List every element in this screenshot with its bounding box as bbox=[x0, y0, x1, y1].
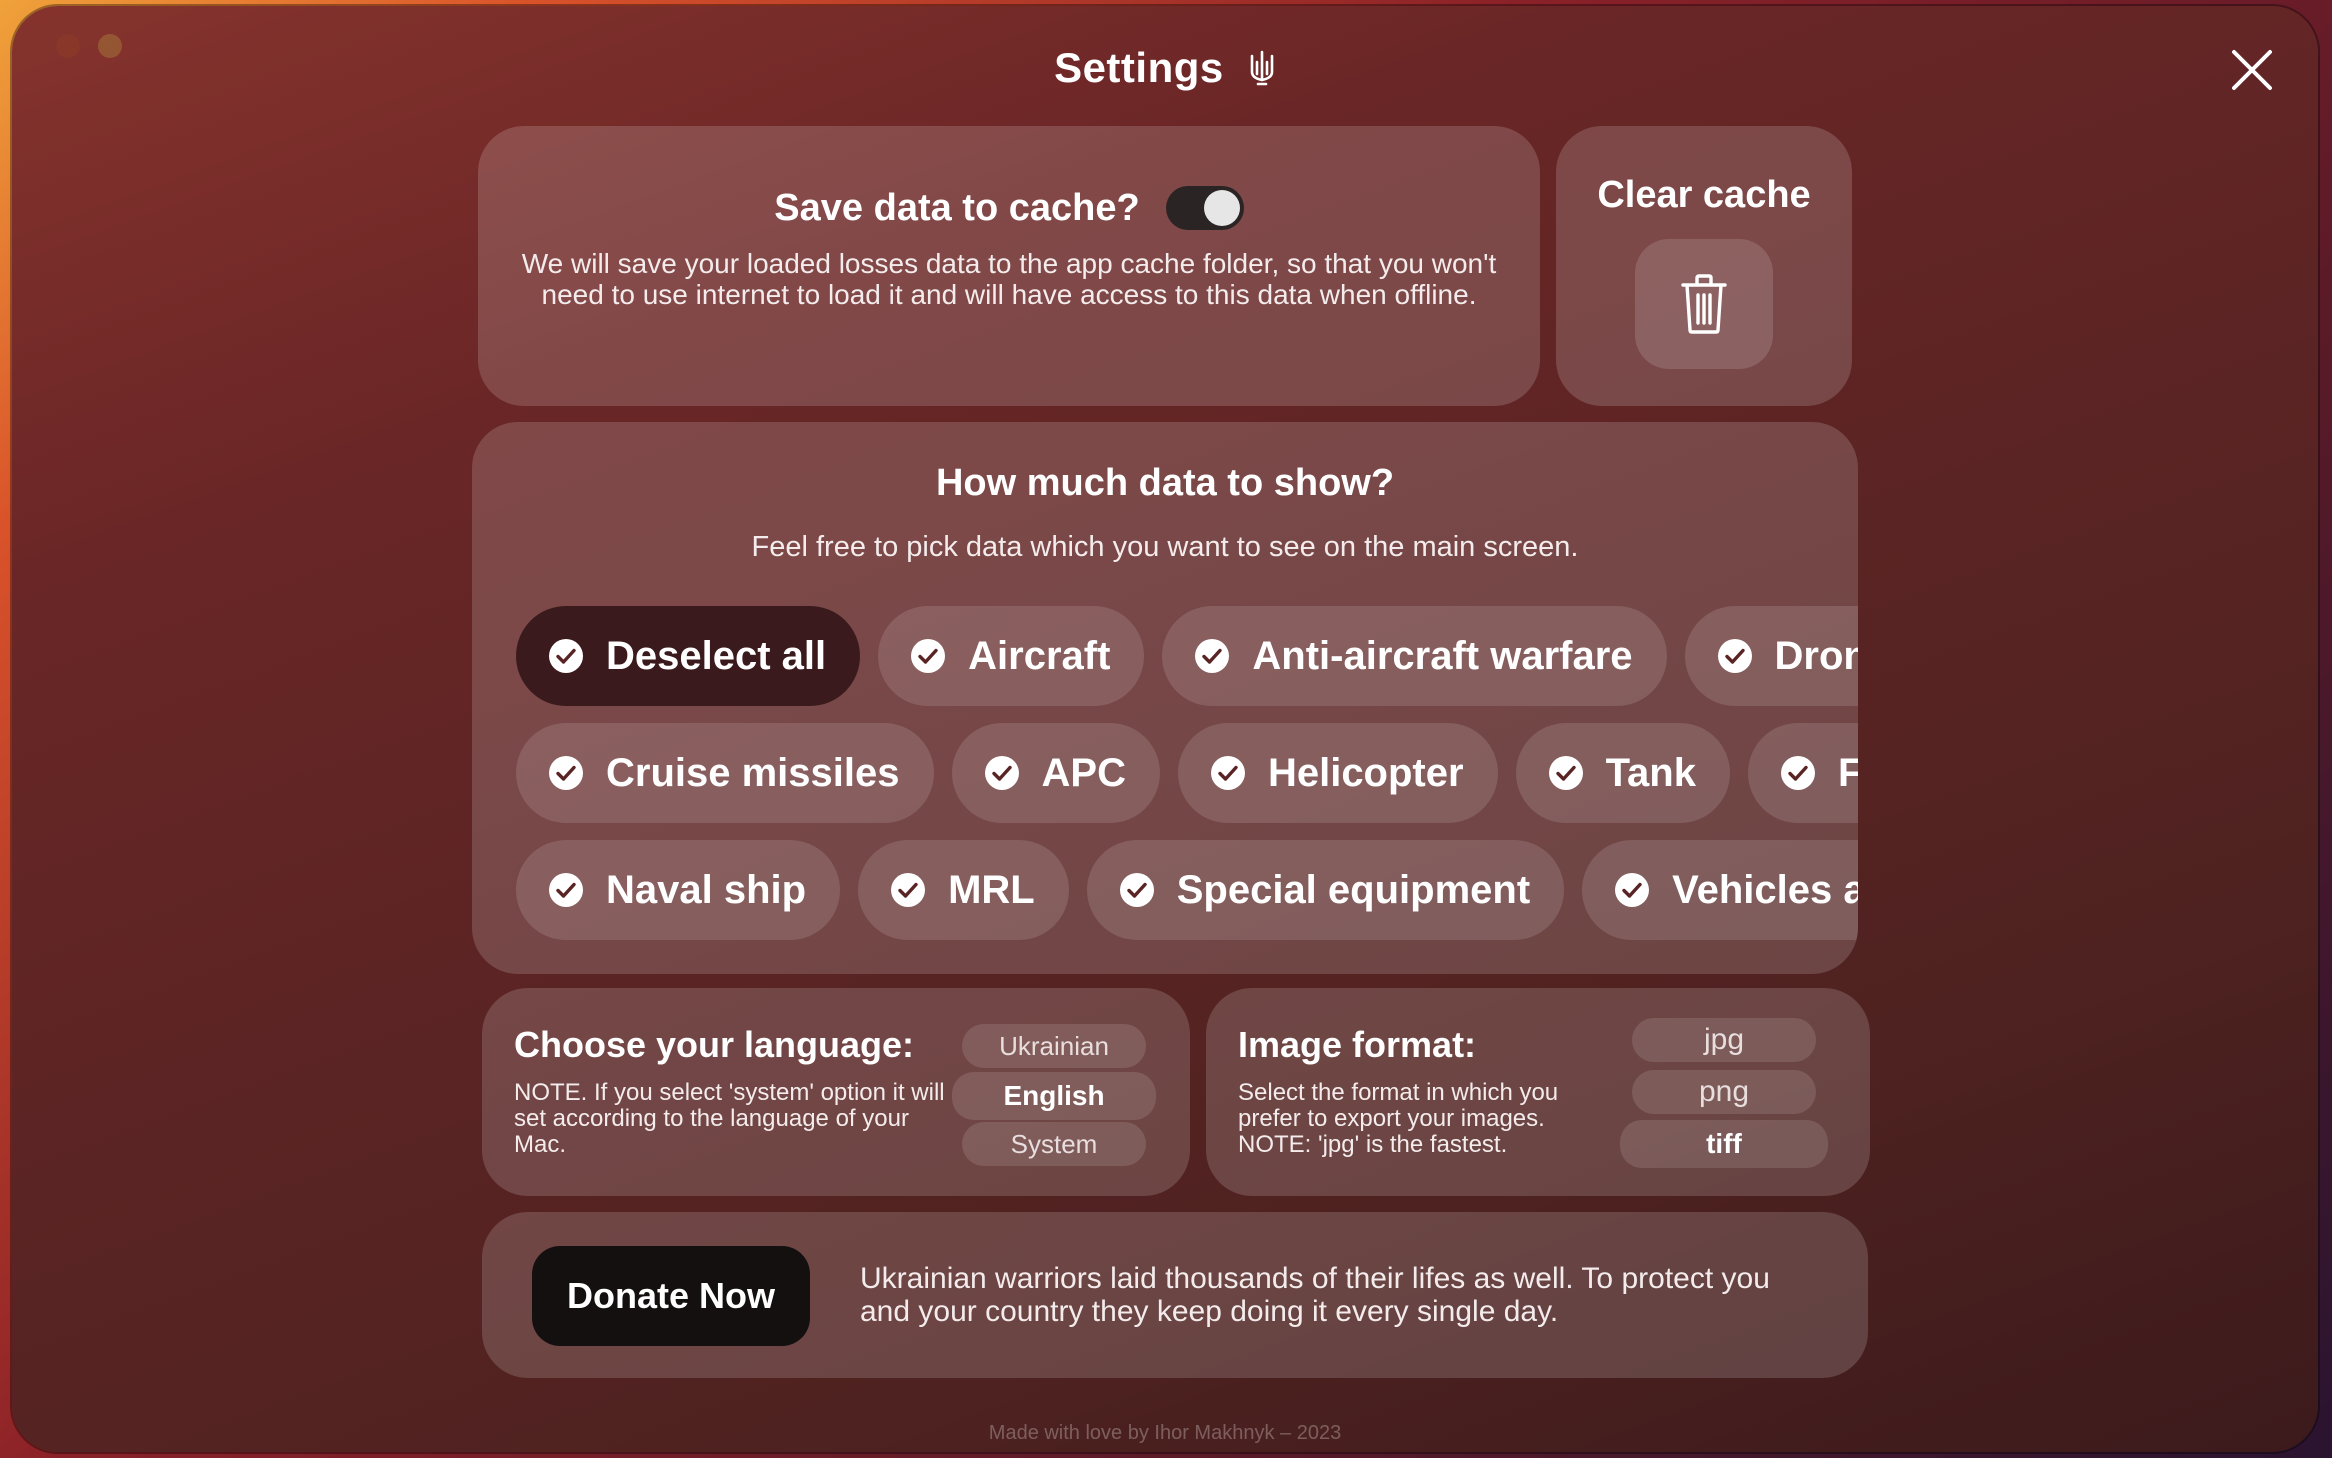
clear-cache-title: Clear cache bbox=[1597, 174, 1811, 216]
donate-button[interactable]: Donate Now bbox=[532, 1246, 810, 1346]
cache-title: Save data to cache? bbox=[774, 186, 1140, 229]
language-option-english[interactable]: English bbox=[952, 1072, 1156, 1120]
chip-apc[interactable]: APC bbox=[951, 723, 1160, 823]
image-format-option-png[interactable]: png bbox=[1632, 1070, 1816, 1114]
data-filter-card: How much data to show? Feel free to pick… bbox=[472, 422, 1858, 974]
checkmark-icon bbox=[1615, 873, 1650, 907]
checkmark-icon bbox=[549, 639, 583, 673]
clear-cache-button[interactable] bbox=[1635, 239, 1773, 369]
chip-label: Helicopter bbox=[1267, 750, 1464, 795]
cache-description: We will save your loaded losses data to … bbox=[521, 248, 1497, 310]
toggle-knob bbox=[1203, 190, 1240, 226]
chip-drone[interactable]: Drone bbox=[1684, 606, 1858, 706]
chip-naval-ship[interactable]: Naval ship bbox=[516, 840, 841, 940]
donate-text: Ukrainian warriors laid thousands of the… bbox=[860, 1262, 1770, 1328]
settings-window: Settings Save data to cache? We will sav… bbox=[12, 6, 2318, 1452]
close-icon[interactable] bbox=[2228, 46, 2276, 94]
checkmark-icon bbox=[984, 756, 1019, 790]
chip-label: MRL bbox=[948, 867, 1035, 912]
chip-row: Deselect all Aircraft Anti-aircraft warfar… bbox=[516, 606, 1858, 706]
image-format-note: Select the format in which you prefer to… bbox=[1238, 1079, 1559, 1158]
checkmark-icon bbox=[1210, 756, 1245, 790]
checkmark-icon bbox=[549, 873, 583, 907]
chip-label: Deselect all bbox=[606, 633, 827, 678]
language-card: Choose your language: NOTE. If you selec… bbox=[482, 988, 1190, 1196]
checkmark-icon bbox=[911, 639, 946, 673]
language-title: Choose your language: bbox=[514, 1024, 915, 1065]
donate-card: Donate Now Ukrainian warriors laid thous… bbox=[482, 1212, 1868, 1378]
chip-label: Aircraft bbox=[968, 633, 1111, 678]
page-title-text: Settings bbox=[1054, 44, 1224, 91]
chip-row: Naval ship MRL Special equipment Vehicles a… bbox=[516, 840, 1858, 940]
chip-helicopter[interactable]: Helicopter bbox=[1177, 723, 1498, 823]
chip-mrl[interactable]: MRL bbox=[858, 840, 1069, 940]
checkmark-icon bbox=[1717, 639, 1752, 673]
image-format-option-tiff[interactable]: tiff bbox=[1620, 1120, 1828, 1168]
checkmark-icon bbox=[1780, 756, 1815, 790]
checkmark-icon bbox=[1119, 873, 1154, 907]
clear-cache-card: Clear cache bbox=[1556, 126, 1852, 406]
chip-field-artillery[interactable]: Field artillery bbox=[1747, 723, 1858, 823]
image-format-card: Image format: Select the format in which… bbox=[1206, 988, 1870, 1196]
page-title: Settings bbox=[12, 44, 2318, 96]
cache-card: Save data to cache? We will save your lo… bbox=[478, 126, 1540, 406]
image-format-option-jpg[interactable]: jpg bbox=[1632, 1018, 1816, 1062]
chip-cruise-missiles[interactable]: Cruise missiles bbox=[516, 723, 934, 823]
checkmark-icon bbox=[1195, 639, 1230, 673]
chip-label: Naval ship bbox=[606, 867, 807, 912]
chip-deselect-all[interactable]: Deselect all bbox=[516, 606, 861, 706]
footer-credit: Made with love by Ihor Makhnyk – 2023 bbox=[988, 1422, 1342, 1444]
checkmark-icon bbox=[1548, 756, 1583, 790]
trident-icon bbox=[1248, 48, 1276, 96]
chip-vehicles-and-fuel-tanks[interactable]: Vehicles and fuel tanks bbox=[1582, 840, 1858, 940]
chip-label: Vehicles and fuel tanks bbox=[1672, 867, 1858, 912]
chip-aircraft[interactable]: Aircraft bbox=[878, 606, 1145, 706]
trash-icon bbox=[1681, 274, 1727, 334]
chip-label: APC bbox=[1041, 750, 1126, 795]
chip-anti-aircraft-warfare[interactable]: Anti-aircraft warfare bbox=[1162, 606, 1667, 706]
image-format-title: Image format: bbox=[1238, 1024, 1477, 1065]
data-filter-title: How much data to show? bbox=[935, 462, 1395, 504]
chip-row: Cruise missiles APC Helicopter Tank Field ar… bbox=[516, 723, 1858, 823]
checkmark-icon bbox=[891, 873, 926, 907]
data-filter-subtitle: Feel free to pick data which you want to… bbox=[751, 531, 1579, 563]
language-option-system[interactable]: System bbox=[962, 1122, 1146, 1166]
language-note: NOTE. If you select 'system' option it w… bbox=[514, 1079, 945, 1158]
chip-label: Tank bbox=[1605, 750, 1696, 795]
checkmark-icon bbox=[549, 756, 583, 790]
chip-label: Anti-aircraft warfare bbox=[1252, 633, 1633, 678]
chip-label: Field artillery bbox=[1837, 750, 1858, 795]
chip-label: Cruise missiles bbox=[606, 750, 900, 795]
chip-tank[interactable]: Tank bbox=[1515, 723, 1730, 823]
language-option-ukrainian[interactable]: Ukrainian bbox=[962, 1024, 1146, 1068]
chip-label: Special equipment bbox=[1176, 867, 1531, 912]
chip-special-equipment[interactable]: Special equipment bbox=[1086, 840, 1565, 940]
cache-toggle[interactable] bbox=[1165, 186, 1244, 230]
chip-label: Drone bbox=[1774, 633, 1858, 678]
